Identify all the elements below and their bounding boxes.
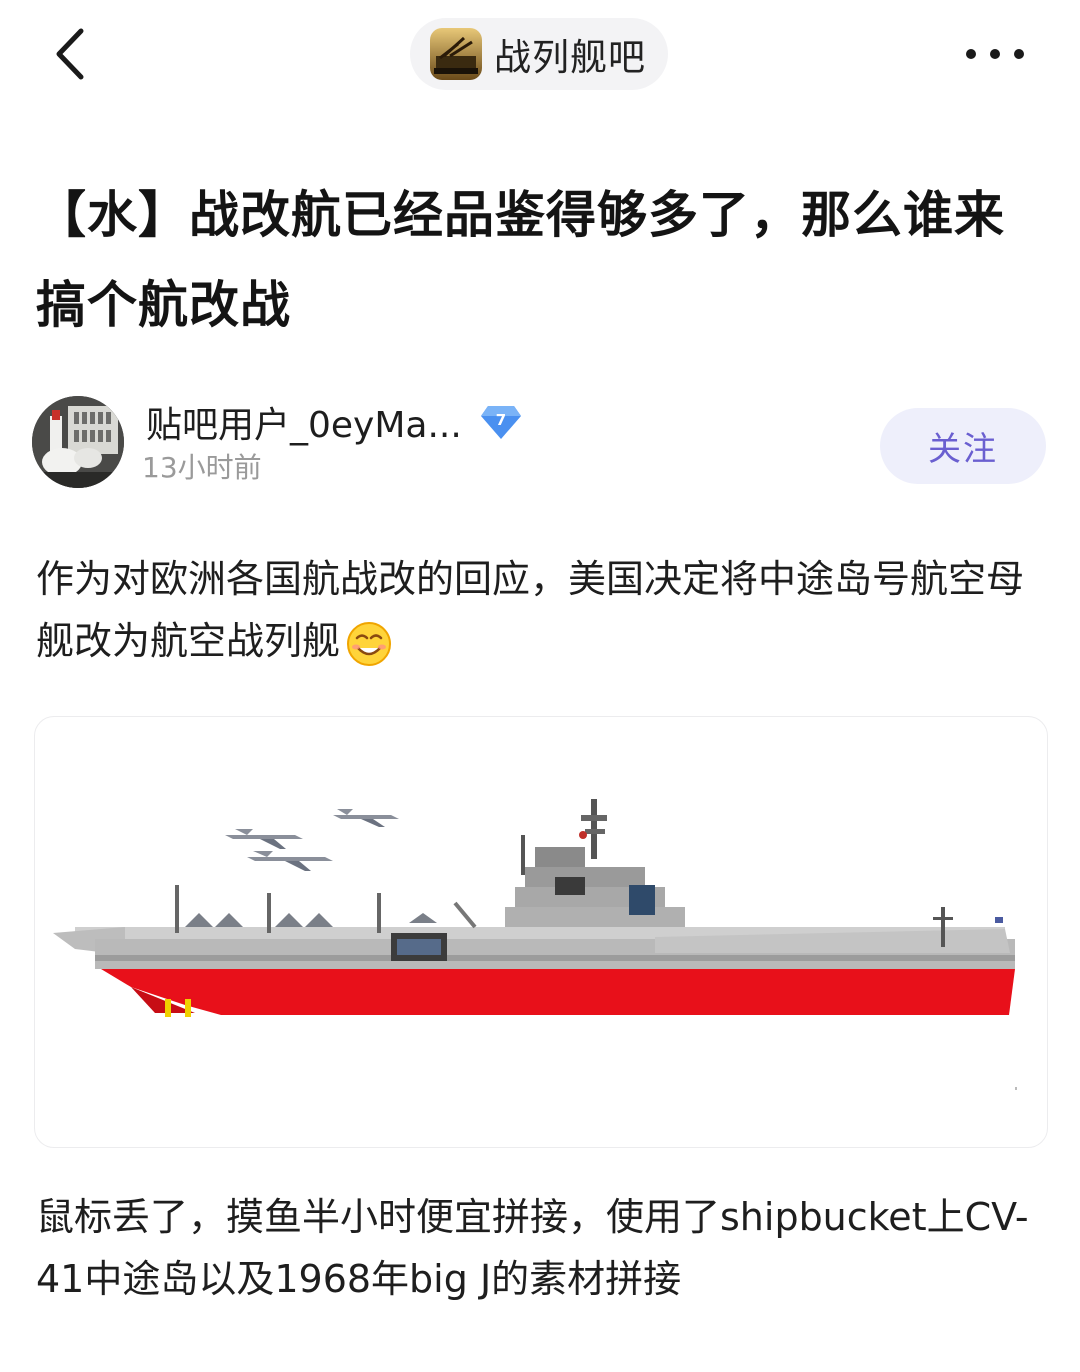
post-time: 13小时前: [142, 451, 262, 484]
post-paragraph-2: 鼠标丢了，摸鱼半小时便宜拼接，使用了shipbucket上CV-41中途岛以及1…: [36, 1195, 1029, 1301]
aircraft-3: [333, 809, 399, 827]
forum-name: 战列舰吧: [494, 36, 646, 79]
smile-emoji-icon: [346, 621, 392, 667]
island-superstructure: [505, 799, 685, 937]
back-button[interactable]: [40, 24, 100, 84]
paragraph-1-text: 作为对欧洲各国航战改的回应，美国决定将中途岛号航空母舰改为航空战列舰: [36, 557, 1025, 663]
post-paragraph-1: 作为对欧洲各国航战改的回应，美国决定将中途岛号航空母舰改为航空战列舰: [36, 548, 1046, 672]
author-row: 贴吧用户_0eyMa... 7 13小时前 关注: [32, 396, 1048, 490]
follow-button[interactable]: 关注: [880, 408, 1046, 484]
hull-lower: [101, 969, 1015, 1017]
author-username[interactable]: 贴吧用户_0eyMa...: [146, 396, 462, 448]
aircraft-1: [225, 829, 303, 849]
more-options-button[interactable]: [960, 34, 1030, 74]
diamond-badge-icon: 7: [481, 406, 521, 439]
aircraft-2: [247, 851, 333, 871]
level-number: 7: [496, 411, 506, 429]
level-badge: 7: [480, 404, 522, 440]
post-title: 【水】战改航已经品鉴得够多了，那么谁来搞个航改战: [36, 186, 1005, 334]
forum-entry-pill[interactable]: 战列舰吧: [410, 18, 668, 90]
chevron-left-icon: [56, 28, 84, 80]
top-navigation-bar: 战列舰吧: [0, 0, 1080, 110]
ship-drawing-image: [53, 799, 1017, 1090]
forum-logo: [430, 28, 482, 80]
more-horizontal-icon: [966, 49, 1024, 59]
avatar[interactable]: [32, 396, 124, 488]
post-image[interactable]: [34, 716, 1048, 1148]
